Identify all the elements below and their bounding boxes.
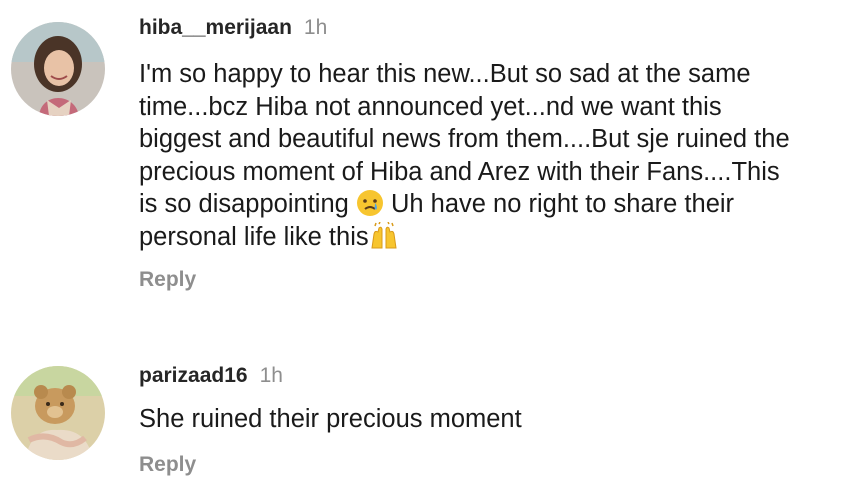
comment-line: I'm so happy to hear this new...But so s… bbox=[139, 60, 751, 88]
comment-line: precious moment of Hiba and Arez with th… bbox=[139, 157, 780, 186]
username-link[interactable]: hiba__merijaan bbox=[139, 16, 292, 39]
comment-line: is so disappointing bbox=[139, 190, 349, 218]
avatar[interactable] bbox=[11, 366, 105, 460]
comment-time: 1h bbox=[259, 364, 283, 387]
avatar-photo bbox=[11, 366, 105, 460]
comment-header: parizaad16 1h bbox=[139, 364, 283, 388]
avatar[interactable] bbox=[11, 22, 105, 116]
crying-face-emoji-icon bbox=[356, 189, 384, 217]
comment-line: biggest and beautiful news from them....… bbox=[139, 125, 790, 153]
avatar-photo bbox=[11, 22, 105, 116]
comment-text: I'm so happy to hear this new...But so s… bbox=[139, 58, 839, 253]
comment-line: time...bcz Hiba not announced yet...nd w… bbox=[139, 92, 722, 121]
raising-hands-emoji-icon bbox=[369, 221, 397, 250]
comment-line-with-emoji: is so disappointing Uh have no right to … bbox=[139, 188, 839, 221]
comment-time: 1h bbox=[303, 16, 328, 39]
comment-line: Uh have no right to share their bbox=[391, 190, 735, 218]
comment-line-with-emoji: personal life like this bbox=[139, 221, 839, 254]
comment-header: hiba__merijaan 1h bbox=[139, 16, 327, 40]
comment-text: She ruined their precious moment bbox=[139, 403, 839, 436]
comment-line: She ruined their precious moment bbox=[139, 405, 522, 433]
comment-line: personal life like this bbox=[139, 222, 369, 251]
username-link[interactable]: parizaad16 bbox=[139, 364, 248, 387]
reply-button[interactable]: Reply bbox=[139, 268, 196, 292]
reply-button[interactable]: Reply bbox=[139, 453, 196, 477]
